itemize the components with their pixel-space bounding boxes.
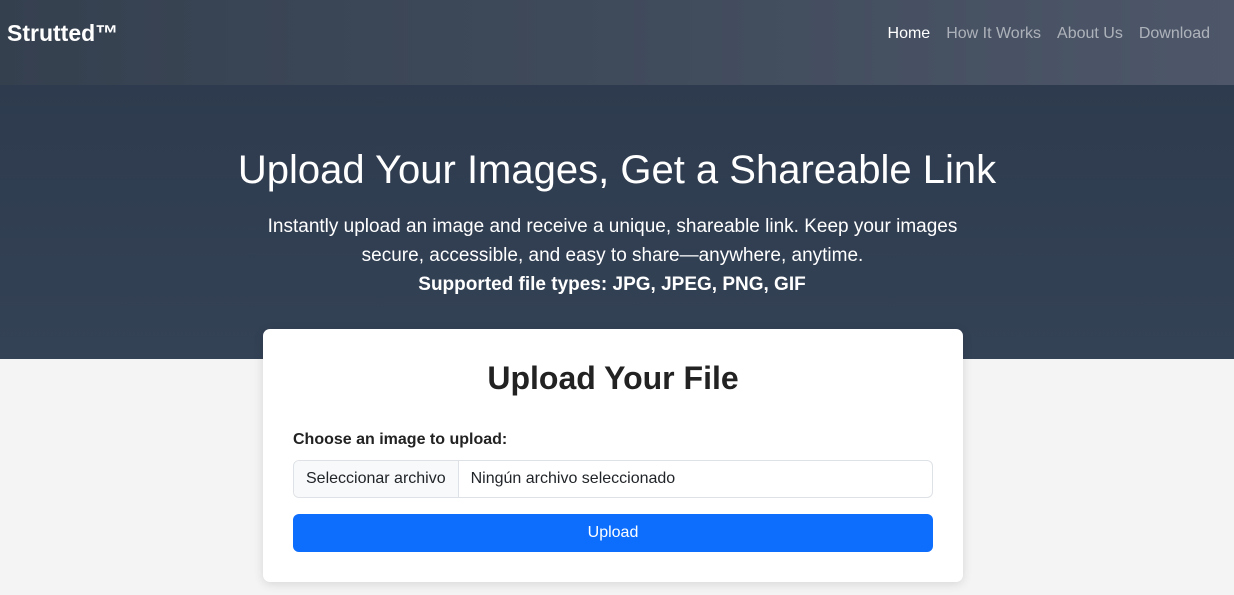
- file-input[interactable]: Seleccionar archivo Ningún archivo selec…: [293, 460, 933, 498]
- nav-link-home[interactable]: Home: [880, 24, 939, 43]
- supported-file-types: Supported file types: JPG, JPEG, PNG, GI…: [418, 274, 806, 295]
- navbar: Strutted™ Home How It Works About Us Dow…: [0, 0, 1234, 85]
- upload-card: Upload Your File Choose an image to uplo…: [263, 329, 963, 582]
- upload-button[interactable]: Upload: [293, 514, 933, 552]
- file-input-label: Choose an image to upload:: [293, 431, 508, 448]
- hero-title: Upload Your Images, Get a Shareable Link: [237, 148, 997, 192]
- nav-link-how-it-works[interactable]: How It Works: [938, 24, 1049, 43]
- brand-logo[interactable]: Strutted™: [7, 20, 118, 47]
- nav-links: Home How It Works About Us Download: [880, 24, 1218, 43]
- hero-description: Instantly upload an image and receive a …: [267, 216, 958, 266]
- choose-file-button[interactable]: Seleccionar archivo: [294, 461, 459, 497]
- upload-card-title: Upload Your File: [487, 360, 739, 396]
- nav-link-about-us[interactable]: About Us: [1049, 24, 1131, 43]
- hero-section: Upload Your Images, Get a Shareable Link…: [0, 85, 1234, 359]
- nav-link-download[interactable]: Download: [1131, 24, 1218, 43]
- file-status-text: Ningún archivo seleccionado: [470, 470, 676, 487]
